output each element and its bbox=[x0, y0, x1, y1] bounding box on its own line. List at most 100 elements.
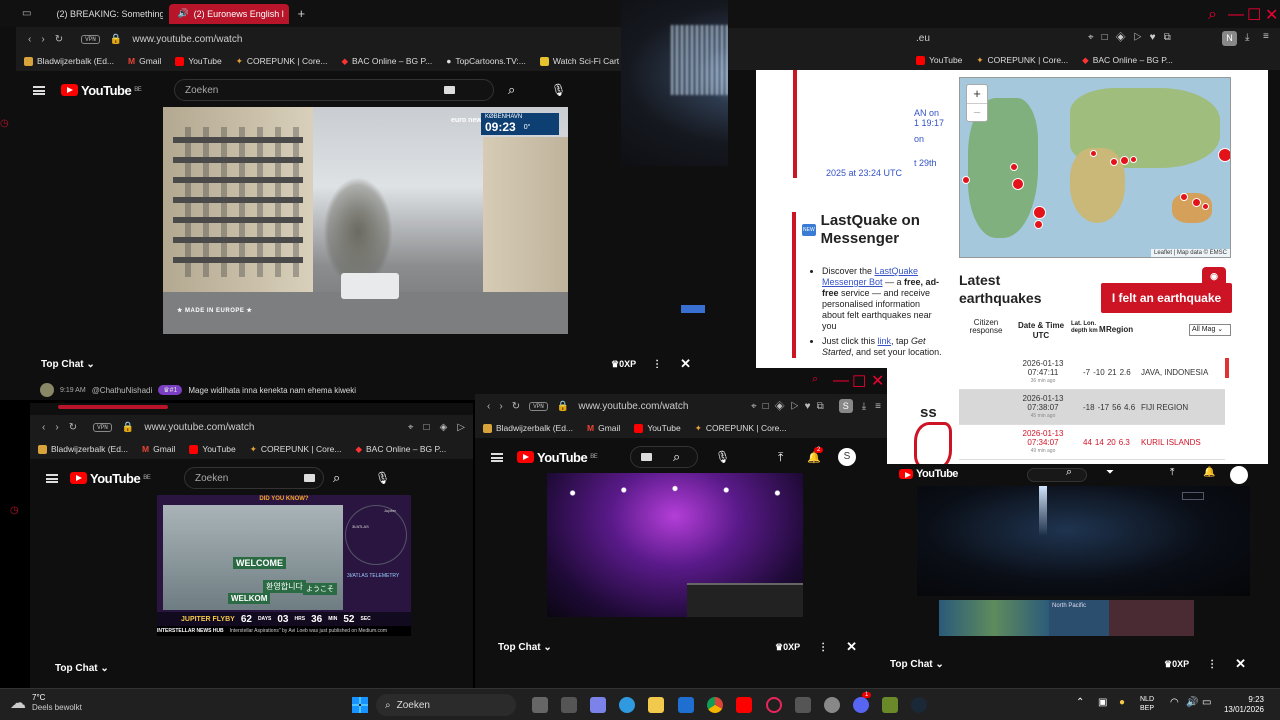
quake-marker[interactable] bbox=[1010, 163, 1018, 171]
taskbar-search[interactable]: ⌕ Zoeken bbox=[376, 694, 516, 716]
zoom-out-button[interactable]: − bbox=[967, 104, 987, 122]
notification-icon[interactable]: 🔔 2 bbox=[807, 446, 824, 464]
page-scrollbar[interactable] bbox=[1268, 70, 1280, 470]
maximize-icon[interactable]: ☐ bbox=[852, 372, 866, 392]
col-latlon[interactable]: Lat. Lon. depth km bbox=[1071, 321, 1099, 335]
battery-icon[interactable]: ▭ bbox=[1202, 697, 1211, 708]
bookmark-folder[interactable]: Bladwijzerbalk (Ed... bbox=[38, 444, 128, 454]
close-icon[interactable]: ✕ bbox=[846, 639, 857, 655]
bookmark-corepunk[interactable]: ✦ COREPUNK | Core... bbox=[976, 55, 1068, 66]
youtube-logo[interactable]: YouTube BE bbox=[61, 83, 142, 98]
video-player[interactable] bbox=[917, 486, 1250, 596]
profile-avatar[interactable]: N bbox=[1222, 31, 1237, 46]
reload-icon[interactable]: ↻ bbox=[69, 422, 77, 433]
chat-title[interactable]: Top Chat ⌄ bbox=[890, 659, 944, 670]
menu-icon[interactable] bbox=[46, 473, 58, 483]
quake-marker[interactable] bbox=[1110, 158, 1118, 166]
pacific-thumbnail[interactable]: North Pacific bbox=[1049, 600, 1109, 636]
video-player[interactable] bbox=[547, 473, 803, 617]
map-attribution[interactable]: Leaflet | Map data © EMSC bbox=[1150, 249, 1230, 257]
bookmark-topcartoons[interactable]: ● TopCartoons.TV:... bbox=[446, 56, 526, 66]
chat-title[interactable]: Top Chat ⌄ bbox=[55, 663, 109, 674]
volume-icon[interactable]: 🔊 bbox=[1186, 697, 1198, 708]
bookmark-scifi[interactable]: Watch Sci-Fi Cart bbox=[539, 56, 619, 66]
mic-icon[interactable]: 🎙 bbox=[551, 83, 566, 97]
url-field[interactable]: www.youtube.com/watch bbox=[578, 401, 688, 412]
bookmark-youtube[interactable]: YouTube bbox=[189, 444, 236, 454]
clock[interactable]: 9:23 13/01/2026 bbox=[1220, 695, 1264, 715]
back-icon[interactable]: ‹ bbox=[42, 422, 45, 433]
keyboard-icon[interactable] bbox=[641, 453, 652, 461]
bookmark-bac[interactable]: ◆ BAC Online – BG P... bbox=[1082, 55, 1173, 66]
bookmark-corepunk[interactable]: ✦ COREPUNK | Core... bbox=[250, 444, 342, 455]
keyboard-icon[interactable] bbox=[444, 86, 455, 94]
close-icon[interactable]: ✕ bbox=[1235, 656, 1246, 672]
mic-icon[interactable]: ⏷ bbox=[1106, 467, 1114, 478]
bookmark-youtube[interactable]: YouTube bbox=[634, 423, 681, 433]
back-icon[interactable]: ‹ bbox=[28, 34, 31, 45]
col-region[interactable]: Region bbox=[1106, 325, 1133, 334]
forward-icon[interactable]: › bbox=[55, 422, 58, 433]
widgets-icon[interactable] bbox=[561, 697, 577, 713]
table-row[interactable]: 2026-01-13 07:47:11 36 min ago -7 -10 21 2.6 … bbox=[959, 355, 1225, 390]
profile-avatar[interactable]: S bbox=[838, 399, 853, 413]
excel-icon[interactable] bbox=[882, 697, 898, 713]
download-icon[interactable]: ⤓ bbox=[862, 401, 866, 412]
youtube-app-icon[interactable] bbox=[736, 697, 752, 713]
table-row[interactable]: 2026-01-13 07:38:07 45 min ago -18 -17 56 4.6… bbox=[959, 390, 1225, 425]
zoom-in-button[interactable]: + bbox=[967, 85, 987, 104]
menu-icon[interactable]: ≡ bbox=[1263, 31, 1269, 42]
settings-icon[interactable] bbox=[824, 697, 840, 713]
messenger-link[interactable]: link bbox=[878, 336, 892, 346]
bookmark-corepunk[interactable]: ✦ COREPUNK | Core... bbox=[695, 423, 787, 434]
quake-marker[interactable] bbox=[1034, 220, 1043, 229]
download-icon[interactable]: ⤓ bbox=[1245, 32, 1249, 43]
bookmark-youtube[interactable]: YouTube bbox=[916, 55, 962, 65]
sidebar-icon[interactable]: ▭ bbox=[22, 8, 31, 19]
upload-icon[interactable]: ⤒ bbox=[1170, 467, 1174, 478]
bookmark-folder[interactable]: Bladwijzerbalk (Ed... bbox=[24, 56, 114, 66]
reload-icon[interactable]: ↻ bbox=[512, 401, 520, 412]
tray-icon[interactable]: ▣ bbox=[1098, 697, 1107, 708]
quake-marker[interactable] bbox=[1012, 178, 1024, 190]
avatar[interactable]: S bbox=[838, 448, 856, 466]
col-datetime[interactable]: Date & Time UTC bbox=[1011, 321, 1071, 341]
bookmark-gmail[interactable]: M Gmail bbox=[587, 423, 620, 433]
discord-icon[interactable]: 1 bbox=[853, 692, 872, 713]
close-icon[interactable]: ✕ bbox=[871, 371, 884, 391]
url-tail[interactable]: .eu bbox=[916, 33, 930, 44]
col-citizen[interactable]: Citizen response bbox=[967, 319, 1005, 335]
close-icon[interactable]: ✕ bbox=[1265, 5, 1278, 25]
bookmark-folder[interactable]: Bladwijzerbalk (Ed... bbox=[483, 423, 573, 433]
search-icon[interactable]: ⌕ bbox=[508, 82, 515, 98]
quake-marker[interactable] bbox=[1033, 206, 1046, 219]
maximize-icon[interactable]: ☐ bbox=[1247, 5, 1261, 25]
forward-icon[interactable]: › bbox=[499, 401, 502, 412]
quake-marker[interactable] bbox=[1192, 198, 1201, 207]
chevron-up-icon[interactable]: ⌃ bbox=[1076, 697, 1084, 708]
bookmark-corepunk[interactable]: ✦ COREPUNK | Core... bbox=[236, 56, 328, 67]
more-icon[interactable]: ⋮ bbox=[818, 642, 828, 653]
xp-badge[interactable]: ♛0XP bbox=[1164, 659, 1189, 670]
sidebar-clock-icon[interactable]: ◷ bbox=[10, 505, 19, 516]
col-mag[interactable]: M bbox=[1099, 325, 1106, 334]
youtube-logo[interactable]: YouTube BE bbox=[517, 450, 598, 465]
back-icon[interactable]: ‹ bbox=[487, 401, 490, 412]
table-row[interactable]: 2026-01-13 07:34:07 49 min ago 44 14 20 6.3 K… bbox=[959, 425, 1225, 460]
minimize-icon[interactable]: — bbox=[833, 372, 849, 390]
video-player[interactable]: euro news. KØBENHAVN 09:23 0° ★ MADE IN … bbox=[163, 107, 568, 334]
search-icon[interactable]: ⌕ bbox=[1066, 466, 1072, 479]
bookmark-bac[interactable]: ◆ BAC Online – BG P... bbox=[341, 56, 432, 67]
snapshot-icon[interactable]: □ bbox=[424, 422, 430, 433]
chrome-icon[interactable] bbox=[707, 697, 723, 713]
mic-icon[interactable]: 🎙 bbox=[715, 450, 730, 464]
forward-icon[interactable]: › bbox=[41, 34, 44, 45]
search-input[interactable]: ⌕ bbox=[630, 446, 698, 468]
earthquake-map[interactable]: + − Leaflet | Map data © EMSC bbox=[959, 77, 1231, 258]
avatar[interactable] bbox=[1230, 466, 1248, 484]
xp-badge[interactable]: ♛0XP bbox=[775, 642, 800, 653]
more-icon[interactable]: ⋮ bbox=[1207, 659, 1217, 670]
teams-icon[interactable] bbox=[590, 697, 606, 713]
chat-title[interactable]: Top Chat ⌄ bbox=[498, 642, 552, 653]
search-input[interactable]: Zoeken bbox=[184, 467, 324, 489]
